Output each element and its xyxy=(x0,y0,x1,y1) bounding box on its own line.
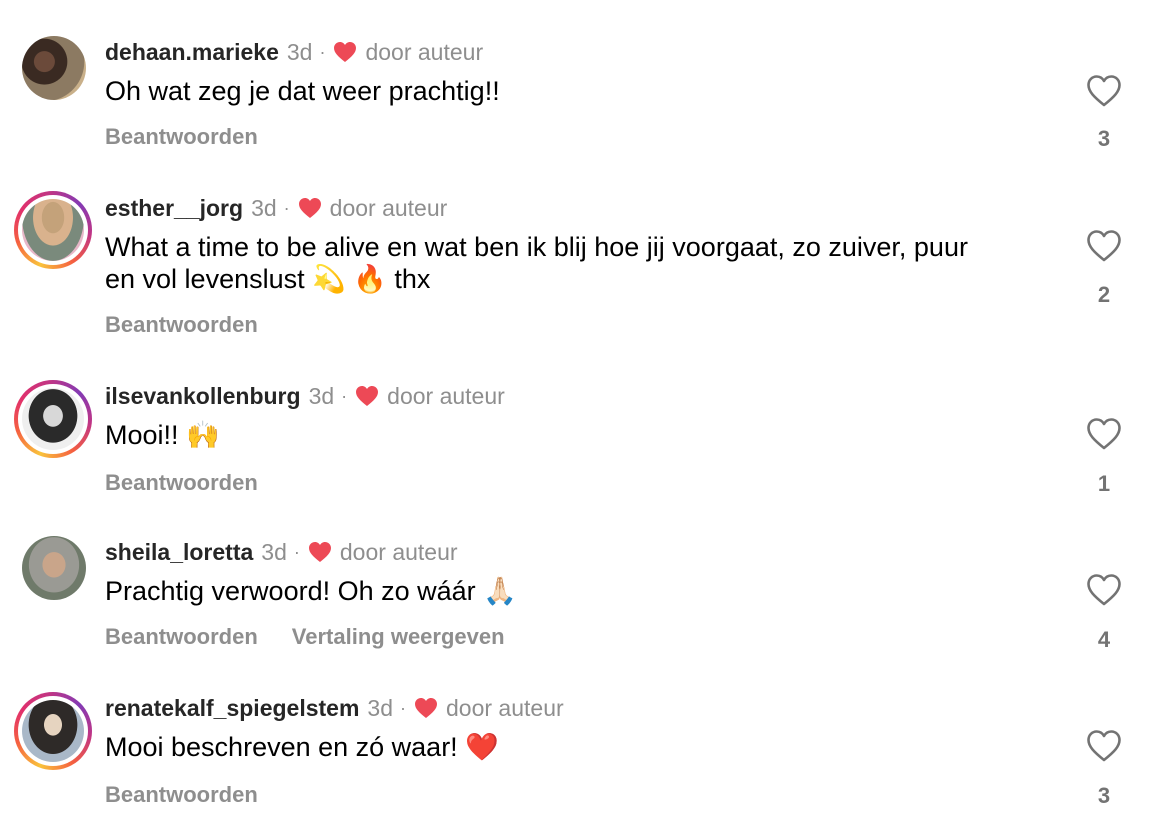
like-heart-icon[interactable] xyxy=(1086,573,1122,607)
comment-time[interactable]: 3d xyxy=(261,538,287,566)
like-heart-icon[interactable] xyxy=(1086,229,1122,263)
username-link[interactable]: esther__jorg xyxy=(105,194,243,222)
translate-button[interactable]: Vertaling weergeven xyxy=(292,624,505,650)
avatar[interactable] xyxy=(14,692,92,770)
comment-actions: Beantwoorden xyxy=(105,782,258,808)
liked-by-author-label: door auteur xyxy=(339,539,458,565)
comment-text: Oh wat zeg je dat weer prachtig!! xyxy=(105,76,500,106)
like-count: 4 xyxy=(1097,627,1111,652)
avatar-image xyxy=(22,388,84,450)
liked-by-author-label: door auteur xyxy=(387,383,505,409)
comment-meta: esther__jorg 3d · door auteur xyxy=(105,194,447,222)
comment-text: Prachtig verwoord! Oh zo wáár 🙏🏻 xyxy=(105,576,517,606)
avatar[interactable] xyxy=(14,191,92,269)
comment-time[interactable]: 3d xyxy=(287,38,313,66)
comment-time[interactable]: 3d xyxy=(367,694,393,722)
heart-icon xyxy=(334,42,357,62)
heart-icon xyxy=(298,198,321,218)
comment-text: What a time to be alive en wat ben ik bl… xyxy=(105,231,1045,295)
reply-button[interactable]: Beantwoorden xyxy=(105,782,258,808)
separator-dot: · xyxy=(293,542,300,562)
comment-meta: sheila_loretta 3d · door auteur xyxy=(105,538,458,566)
avatar-image xyxy=(22,199,84,261)
reply-button[interactable]: Beantwoorden xyxy=(105,624,258,650)
comment-text: Mooi!! 🙌 xyxy=(105,420,220,450)
avatar[interactable] xyxy=(14,528,92,606)
like-count: 2 xyxy=(1097,282,1111,307)
like-heart-icon[interactable] xyxy=(1086,417,1122,451)
username-link[interactable]: sheila_loretta xyxy=(105,538,253,566)
username-link[interactable]: dehaan.marieke xyxy=(105,38,279,66)
heart-icon xyxy=(415,698,437,718)
comment-actions: Beantwoorden xyxy=(105,312,258,338)
reply-button[interactable]: Beantwoorden xyxy=(105,124,258,150)
separator-dot: · xyxy=(341,386,348,406)
separator-dot: · xyxy=(319,42,326,62)
comment-text: Mooi beschreven en zó waar! ❤️ xyxy=(105,732,499,762)
comment-time[interactable]: 3d xyxy=(251,194,277,222)
like-heart-icon[interactable] xyxy=(1086,729,1122,763)
comment-actions: Beantwoorden xyxy=(105,124,258,150)
comment-meta: renatekalf_spiegelstem 3d · door auteur xyxy=(105,694,564,722)
heart-icon xyxy=(308,542,331,562)
avatar[interactable] xyxy=(14,380,92,458)
liked-by-author-label: door auteur xyxy=(446,695,564,721)
liked-by-author-label: door auteur xyxy=(365,39,484,65)
comment-actions: Beantwoorden Vertaling weergeven xyxy=(105,624,505,650)
separator-dot: · xyxy=(400,698,406,718)
comment-meta: ilsevankollenburg 3d · door auteur xyxy=(105,382,505,410)
avatar-image xyxy=(22,700,84,762)
avatar[interactable] xyxy=(14,28,92,106)
liked-by-author-label: door auteur xyxy=(329,195,448,221)
avatar-image xyxy=(22,536,86,600)
reply-button[interactable]: Beantwoorden xyxy=(105,470,258,496)
like-heart-icon[interactable] xyxy=(1086,74,1122,108)
username-link[interactable]: ilsevankollenburg xyxy=(105,382,301,410)
username-link[interactable]: renatekalf_spiegelstem xyxy=(105,694,359,722)
comment-text-line: en vol levenslust 💫 🔥 thx xyxy=(105,264,431,294)
like-count: 1 xyxy=(1097,471,1111,496)
avatar-image xyxy=(22,36,86,100)
comment-actions: Beantwoorden xyxy=(105,470,258,496)
comment-time[interactable]: 3d xyxy=(309,382,335,410)
comment-meta: dehaan.marieke 3d · door auteur xyxy=(105,38,483,66)
like-count: 3 xyxy=(1097,783,1111,808)
like-count: 3 xyxy=(1097,126,1111,151)
heart-icon xyxy=(356,386,379,406)
comment-item: dehaan.marieke 3d · door auteur Oh wat z… xyxy=(0,0,1160,170)
separator-dot: · xyxy=(283,198,290,218)
reply-button[interactable]: Beantwoorden xyxy=(105,312,258,338)
comment-text-line: What a time to be alive en wat ben ik bl… xyxy=(105,232,968,262)
